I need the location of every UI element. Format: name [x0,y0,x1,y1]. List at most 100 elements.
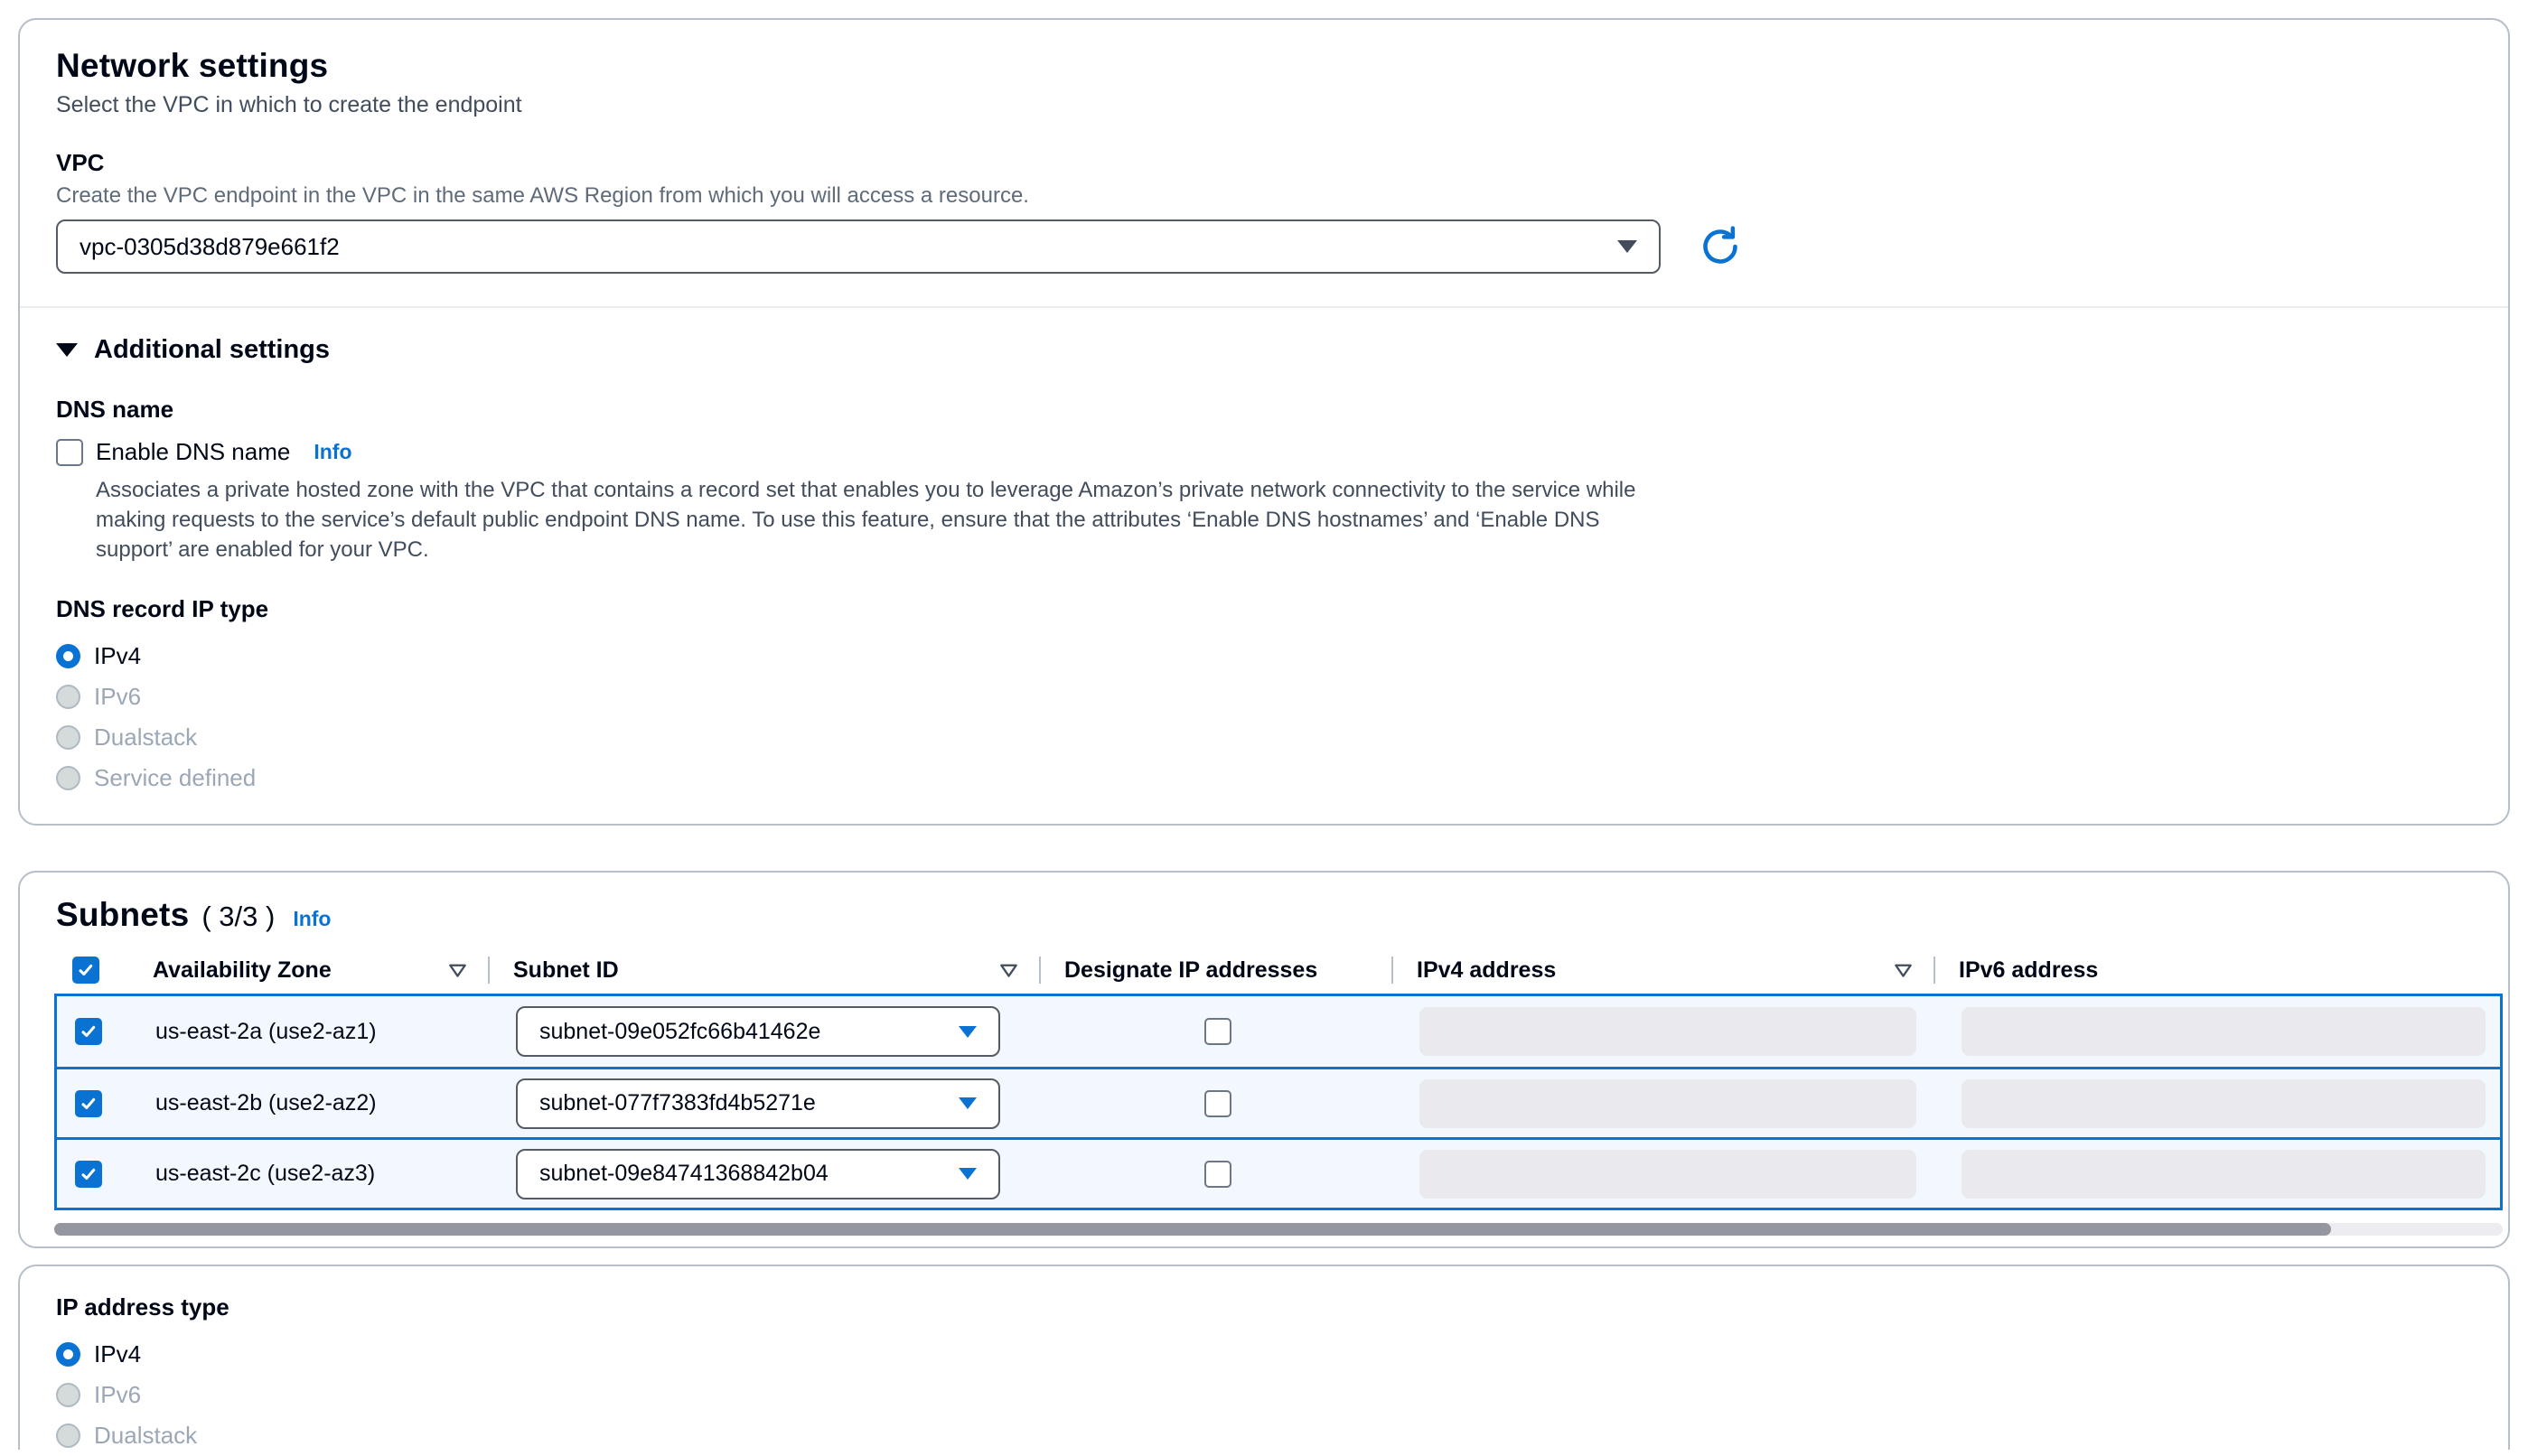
row-checkbox[interactable] [75,1161,102,1188]
header-cell-designate-ip: Designate IP addresses [1039,947,1391,994]
additional-settings-toggle[interactable]: Additional settings [56,335,2472,365]
subnets-info-link[interactable]: Info [293,907,331,931]
subnets-counter: ( 3/3 ) [201,901,275,933]
row-cell-subnet-id: subnet-09e052fc66b41462e [491,996,1042,1067]
radio-option-ipv6: IPv6 [56,1375,2472,1415]
radio-option-service-defined: Service defined [56,758,2472,798]
column-label: Designate IP addresses [1064,957,1317,984]
radio-button-selected[interactable] [56,644,80,668]
sort-filter-icon[interactable] [447,960,468,981]
row-cell-ipv6 [1936,1140,2503,1208]
refresh-icon [1697,223,1744,270]
ipv4-address-input [1419,1007,1916,1056]
radio-button-selected[interactable] [56,1342,80,1367]
header-cell-ipv6-address: IPv6 address [1933,947,2503,994]
column-label: IPv4 address [1417,957,1556,984]
row-cell-select [57,996,120,1067]
horizontal-scrollbar-track [54,1223,2503,1236]
ipv6-address-input [1962,1007,2486,1056]
radio-option-ipv4[interactable]: IPv4 [56,636,2472,677]
dns-name-info-link[interactable]: Info [314,440,351,464]
radio-option-dualstack: Dualstack [56,1415,2472,1456]
subnet-select-value: subnet-09e052fc66b41462e [539,1019,820,1045]
vpc-select[interactable]: vpc-0305d38d879e661f2 [56,219,1661,274]
header-cell-subnet-id: Subnet ID [488,947,1039,994]
row-cell-select [57,1140,120,1208]
subnets-table: Availability Zone Subnet ID Designate IP… [54,947,2503,1210]
radio-option-ipv4[interactable]: IPv4 [56,1334,2472,1375]
row-cell-availability-zone: us-east-2c (use2-az3) [120,1140,491,1208]
enable-dns-name-row: Enable DNS name Info [56,438,2472,466]
radio-label: IPv4 [94,1340,141,1368]
subnets-title: Subnets [56,896,189,934]
ipv4-address-input [1419,1079,1916,1128]
table-row[interactable]: us-east-2c (use2-az3) subnet-09e84741368… [57,1137,2500,1208]
ip-address-type-label: IP address type [56,1293,2472,1321]
row-cell-ipv4 [1394,1140,1936,1208]
vpc-label: VPC [56,149,2472,177]
section-divider [20,306,2508,308]
vpc-select-row: vpc-0305d38d879e661f2 [56,219,2472,274]
sort-filter-icon[interactable] [1893,960,1914,981]
row-cell-ipv4 [1394,1069,1936,1137]
radio-label: IPv6 [94,1381,141,1409]
radio-label: Dualstack [94,1422,197,1450]
subnets-title-row: Subnets ( 3/3 ) Info [20,896,2508,934]
row-checkbox[interactable] [75,1090,102,1117]
dns-record-ip-type-label: DNS record IP type [56,595,2472,623]
dns-name-description: Associates a private hosted zone with th… [96,475,1663,565]
ipv6-address-input [1962,1079,2486,1128]
vpc-select-value: vpc-0305d38d879e661f2 [80,233,340,261]
radio-label: Service defined [94,764,256,792]
subnets-table-header: Availability Zone Subnet ID Designate IP… [54,947,2503,994]
chevron-down-icon [959,1026,977,1038]
ipv4-address-input [1419,1150,1916,1199]
radio-button-disabled [56,766,80,790]
radio-option-dualstack: Dualstack [56,717,2472,758]
availability-zone-value: us-east-2a (use2-az1) [155,1019,377,1045]
radio-option-ipv6: IPv6 [56,677,2472,717]
dns-record-ip-type-group: IPv4 IPv6 Dualstack Service defined [56,636,2472,798]
horizontal-scrollbar-thumb[interactable] [54,1223,2331,1236]
header-cell-select-all [54,947,117,994]
ipv6-address-input [1962,1150,2486,1199]
chevron-down-icon [959,1168,977,1180]
subnet-select[interactable]: subnet-077f7383fd4b5271e [516,1078,1000,1129]
radio-label: IPv6 [94,683,141,711]
subnet-select[interactable]: subnet-09e052fc66b41462e [516,1006,1000,1057]
header-cell-ipv4-address: IPv4 address [1391,947,1933,994]
table-row[interactable]: us-east-2a (use2-az1) subnet-09e052fc66b… [57,996,2500,1067]
table-row[interactable]: us-east-2b (use2-az2) subnet-077f7383fd4… [57,1067,2500,1137]
subnets-table-body: us-east-2a (use2-az1) subnet-09e052fc66b… [54,994,2503,1210]
enable-dns-name-checkbox[interactable] [56,439,83,466]
select-all-checkbox[interactable] [72,957,99,984]
row-cell-designate-ip [1042,1069,1394,1137]
row-cell-ipv6 [1936,996,2503,1067]
row-cell-subnet-id: subnet-077f7383fd4b5271e [491,1069,1042,1137]
header-cell-availability-zone: Availability Zone [117,947,488,994]
network-settings-title: Network settings [56,47,2472,85]
radio-button-disabled [56,685,80,709]
expand-triangle-icon [56,343,78,357]
column-label: Subnet ID [513,957,619,984]
designate-ip-checkbox[interactable] [1204,1090,1231,1117]
enable-dns-name-checkbox-label: Enable DNS name [96,438,290,466]
designate-ip-checkbox[interactable] [1204,1161,1231,1188]
column-label: Availability Zone [153,957,332,984]
refresh-button[interactable] [1697,223,1744,270]
row-cell-ipv4 [1394,996,1936,1067]
designate-ip-checkbox[interactable] [1204,1018,1231,1045]
page: Network settings Select the VPC in which… [0,0,2528,1450]
radio-button-disabled [56,1383,80,1407]
sort-filter-icon[interactable] [998,960,1019,981]
row-cell-designate-ip [1042,996,1394,1067]
subnet-select[interactable]: subnet-09e84741368842b04 [516,1149,1000,1199]
row-cell-subnet-id: subnet-09e84741368842b04 [491,1140,1042,1208]
subnets-card: Subnets ( 3/3 ) Info Availability Zone [18,871,2510,1248]
radio-button-disabled [56,725,80,750]
row-checkbox[interactable] [75,1018,102,1045]
availability-zone-value: us-east-2c (use2-az3) [155,1161,375,1187]
network-settings-card: Network settings Select the VPC in which… [18,18,2510,826]
additional-settings-title: Additional settings [94,335,330,365]
chevron-down-icon [959,1097,977,1109]
